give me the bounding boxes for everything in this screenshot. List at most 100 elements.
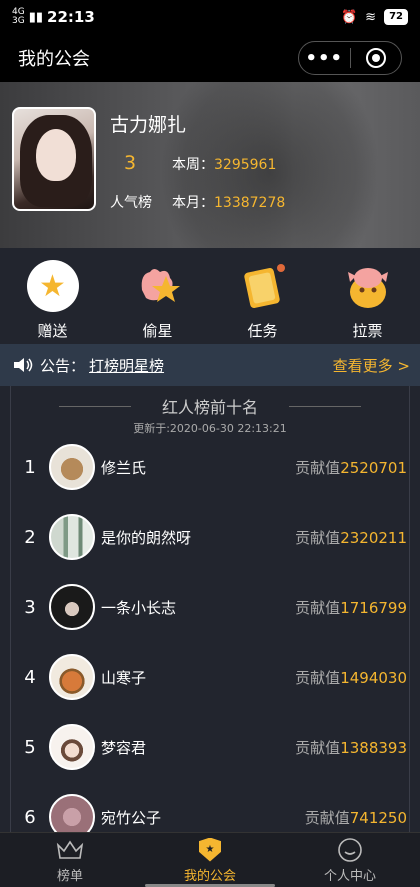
star-icon: ★ <box>26 260 79 312</box>
row-name: 修兰氏 <box>101 458 147 477</box>
action-label: 偷星 <box>142 322 173 340</box>
target-icon <box>365 48 386 68</box>
signal-indicator: 4G 3G <box>12 8 25 26</box>
row-score: 贡献值2520701 <box>295 457 407 478</box>
announcement-link[interactable]: 打榜明星榜 <box>89 355 164 376</box>
more-menu-button[interactable]: ••• <box>299 42 350 74</box>
score-value: 1716799 <box>340 598 407 617</box>
tab-label: 榜单 <box>56 868 83 884</box>
row-rank: 5 <box>24 736 36 758</box>
star-rank: 3 <box>124 152 137 174</box>
action-label: 拉票 <box>352 322 383 340</box>
board-row[interactable]: 3 一条小长志 贡献值1716799 <box>11 572 409 642</box>
month-value: 13387278 <box>214 195 286 211</box>
user-avatar <box>49 794 95 832</box>
close-mini-program-button[interactable] <box>351 42 402 74</box>
score-value: 741250 <box>349 808 407 827</box>
row-name: 一条小长志 <box>101 598 177 617</box>
month-label: 本月： <box>172 195 214 211</box>
row-name: 山寒子 <box>101 668 147 687</box>
avatar-face <box>36 129 76 181</box>
action-grid: ★ 赠送 偷星 任务 拉票 <box>0 248 420 344</box>
user-avatar <box>49 444 95 490</box>
user-avatar <box>49 584 95 630</box>
row-rank: 1 <box>24 456 36 478</box>
speaker-icon <box>14 358 34 372</box>
row-rank: 4 <box>24 666 36 688</box>
status-time: 22:13 <box>47 8 95 26</box>
row-rank: 2 <box>24 526 36 548</box>
row-score: 贡献值2320211 <box>295 527 407 548</box>
action-vote-button[interactable]: 拉票 <box>315 248 420 344</box>
score-label: 贡献值 <box>295 598 341 617</box>
row-score: 贡献值1716799 <box>295 597 407 618</box>
month-stat: 本月：13387278 <box>172 192 285 212</box>
score-value: 2320211 <box>340 528 407 547</box>
signal-3g-label: 3G <box>12 16 25 26</box>
score-label: 贡献值 <box>304 808 350 827</box>
tab-my-guild[interactable]: ★ 我的公会 <box>140 833 280 887</box>
row-name: 是你的朗然呀 <box>101 528 192 547</box>
row-rank: 6 <box>24 806 36 828</box>
tab-label: 我的公会 <box>183 868 236 884</box>
nav-bar: 我的公会 ••• <box>0 34 420 82</box>
star-avatar[interactable] <box>12 107 96 211</box>
alarm-icon: ⏰ <box>340 9 358 25</box>
announcement-bar: 公告： 打榜明星榜 查看更多 > <box>0 344 420 386</box>
row-rank: 3 <box>24 596 36 618</box>
week-label: 本周： <box>172 157 214 173</box>
board-row[interactable]: 1 修兰氏 贡献值2520701 <box>11 432 409 502</box>
board-row[interactable]: 6 宛竹公子 贡献值741250 <box>11 782 409 832</box>
score-value: 2520701 <box>340 458 407 477</box>
score-value: 1388393 <box>340 738 407 757</box>
week-value: 3295961 <box>214 157 277 173</box>
tab-label: 个人中心 <box>323 868 376 884</box>
signal-bars-icon: ▮▮ <box>28 9 44 25</box>
row-score: 贡献值1388393 <box>295 737 407 758</box>
rank-label: 人气榜 <box>110 195 152 211</box>
hand-star-icon <box>132 260 184 312</box>
top-ten-board: 红人榜前十名 更新于:2020-06-30 22:13:21 1 修兰氏 贡献值… <box>10 386 410 832</box>
page-title: 我的公会 <box>18 49 90 70</box>
tab-ranking[interactable]: 榜单 <box>0 833 140 887</box>
mini-program-capsule: ••• <box>298 41 402 75</box>
status-bar: 4G 3G ▮▮ 22:13 ⏰ ≋ 72 <box>0 0 420 34</box>
tab-profile[interactable]: 个人中心 <box>280 833 420 887</box>
score-label: 贡献值 <box>295 668 341 687</box>
action-label: 任务 <box>247 322 278 340</box>
action-task-button[interactable]: 任务 <box>210 248 315 344</box>
row-score: 贡献值741250 <box>305 807 407 828</box>
action-steal-star-button[interactable]: 偷星 <box>105 248 210 344</box>
header-divider-left <box>59 406 131 407</box>
action-gift-button[interactable]: ★ 赠送 <box>0 248 105 344</box>
board-row[interactable]: 5 梦容君 贡献值1388393 <box>11 712 409 782</box>
row-score: 贡献值1494030 <box>295 667 407 688</box>
battery-indicator: 72 <box>384 9 408 25</box>
smile-icon <box>337 837 363 863</box>
more-dots-icon: ••• <box>305 47 343 69</box>
user-avatar <box>49 654 95 700</box>
week-stat: 本周：3295961 <box>172 154 276 174</box>
announcement-prefix: 公告： <box>40 356 86 375</box>
board-row[interactable]: 4 山寒子 贡献值1494030 <box>11 642 409 712</box>
score-label: 贡献值 <box>295 528 341 547</box>
guild-hero: 古力娜扎 3 人气榜 本周：3295961 本月：13387278 <box>0 82 420 248</box>
action-label: 赠送 <box>37 322 68 340</box>
score-value: 1494030 <box>340 668 407 687</box>
book-icon <box>237 260 289 312</box>
header-divider-right <box>289 406 361 407</box>
user-avatar <box>49 724 95 770</box>
score-label: 贡献值 <box>295 458 341 477</box>
pig-icon <box>342 260 394 312</box>
star-name: 古力娜扎 <box>110 114 187 136</box>
board-header: 红人榜前十名 更新于:2020-06-30 22:13:21 <box>11 386 409 436</box>
user-avatar <box>49 514 95 560</box>
wifi-icon: ≋ <box>365 9 377 25</box>
view-more-link[interactable]: 查看更多 > <box>333 355 410 376</box>
board-row[interactable]: 2 是你的朗然呀 贡献值2320211 <box>11 502 409 572</box>
score-label: 贡献值 <box>295 738 341 757</box>
crown-icon <box>56 837 84 863</box>
row-name: 宛竹公子 <box>101 808 162 827</box>
bottom-tab-bar: 榜单 ★ 我的公会 个人中心 <box>0 832 420 887</box>
row-name: 梦容君 <box>101 738 147 757</box>
